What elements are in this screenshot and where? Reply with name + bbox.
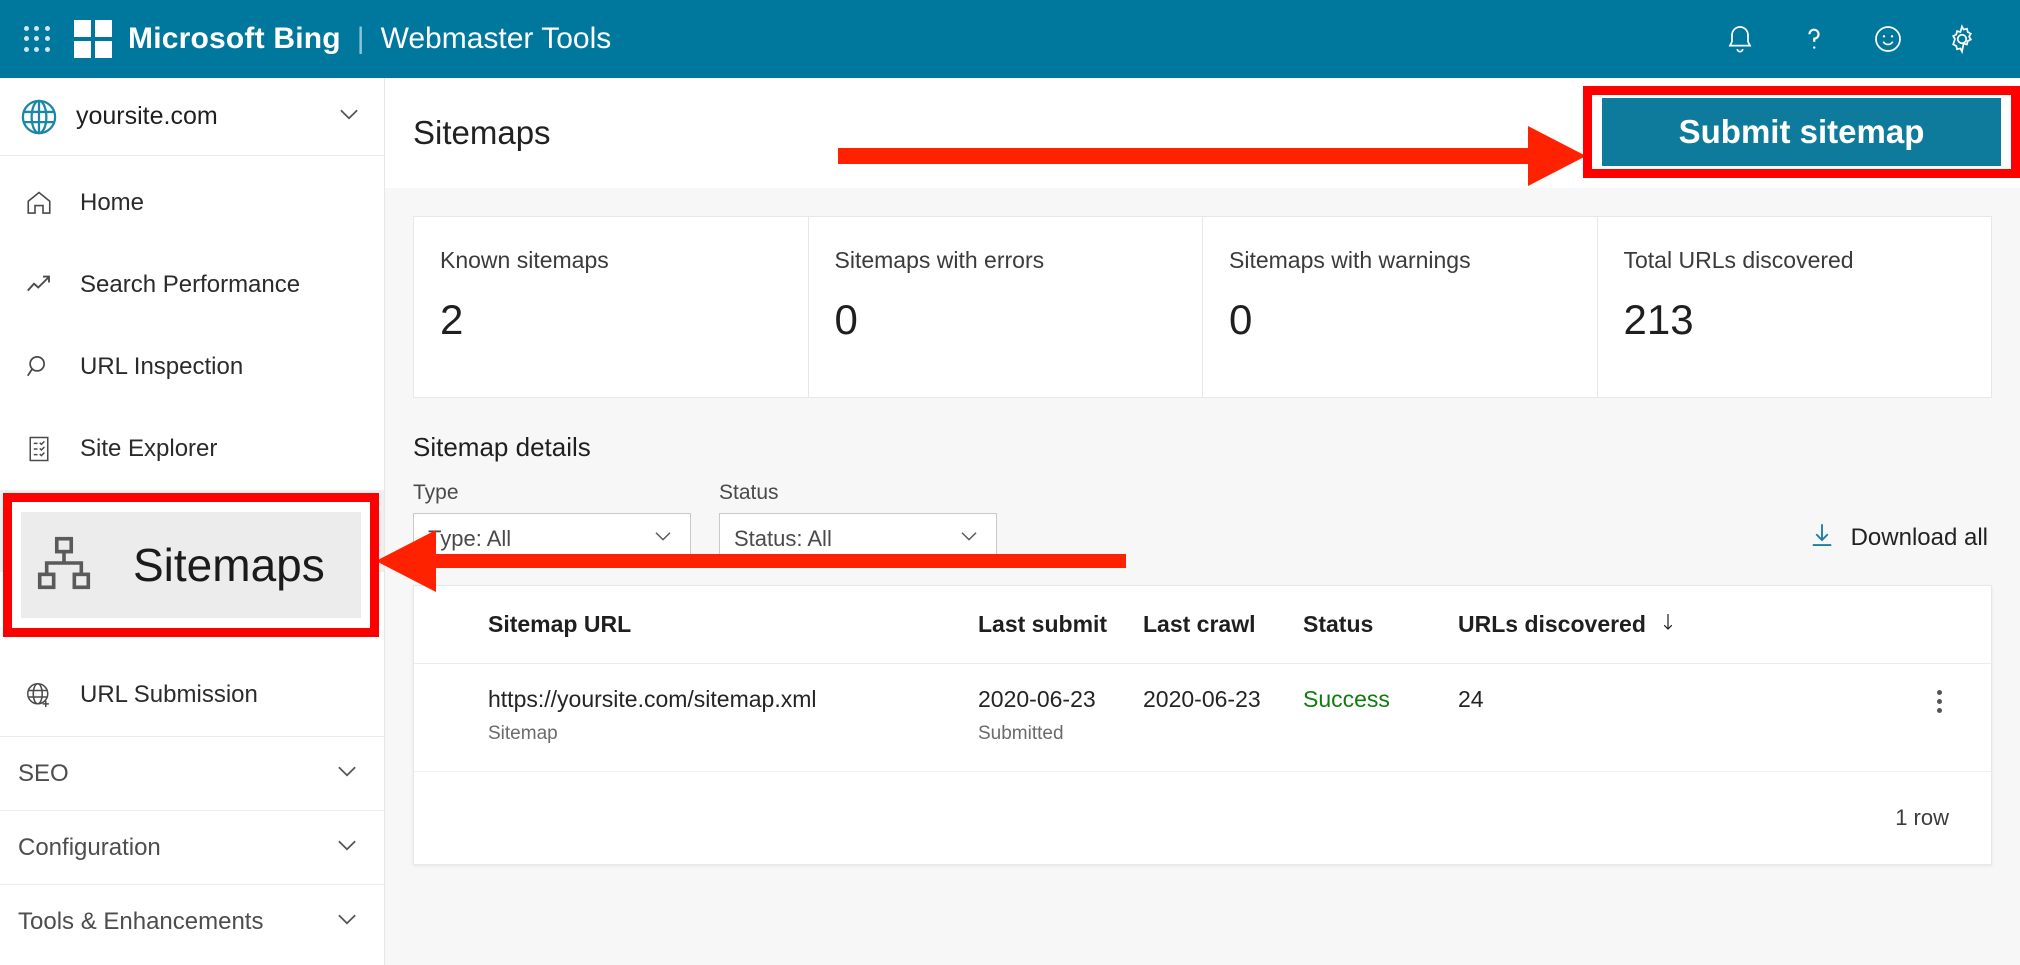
summary-card-label: Known sitemaps — [440, 247, 782, 274]
sidebar-group-configuration[interactable]: Configuration — [0, 810, 384, 884]
last-submit-value: 2020-06-23 — [978, 686, 1143, 713]
type-filter-label: Type — [413, 481, 691, 505]
sitemap-url-value[interactable]: https://yoursite.com/sitemap.xml — [488, 686, 978, 713]
site-selector[interactable]: yoursite.com — [0, 78, 384, 156]
globe-plus-icon — [18, 680, 60, 710]
column-header-last-submit[interactable]: Last submit — [978, 611, 1143, 638]
chevron-down-icon[interactable] — [332, 904, 362, 939]
sitemap-tree-icon — [33, 532, 95, 599]
column-header-sitemap-url[interactable]: Sitemap URL — [488, 611, 978, 638]
brand-name: Microsoft Bing — [128, 22, 341, 56]
summary-cards: Known sitemaps 2 Sitemaps with errors 0 … — [413, 216, 1992, 398]
chevron-down-icon[interactable] — [332, 756, 362, 791]
feedback-icon[interactable] — [1868, 19, 1908, 59]
annotation-callout-sitemaps-inner[interactable]: Sitemaps — [21, 512, 361, 618]
table-row[interactable]: https://yoursite.com/sitemap.xml Sitemap… — [414, 664, 1991, 772]
summary-card-label: Sitemaps with warnings — [1229, 247, 1571, 274]
summary-card-value: 213 — [1624, 296, 1966, 344]
sidebar-item-site-explorer[interactable]: Site Explorer — [0, 408, 384, 490]
summary-card-sitemaps-with-warnings: Sitemaps with warnings 0 — [1202, 217, 1597, 397]
site-name: yoursite.com — [76, 102, 218, 131]
sitemaps-table: Sitemap URL Last submit Last crawl Statu… — [413, 585, 1992, 865]
last-crawl-value: 2020-06-23 — [1143, 686, 1303, 713]
cell-status: Success — [1303, 686, 1458, 713]
status-filter-label: Status — [719, 481, 997, 505]
summary-card-label: Total URLs discovered — [1624, 247, 1966, 274]
summary-card-value: 0 — [1229, 296, 1571, 344]
annotation-arrow-right — [838, 120, 1588, 192]
main-content: Sitemaps Submit sitemap Known sitemaps 2… — [385, 78, 2020, 965]
download-all-label: Download all — [1851, 524, 1988, 552]
sidebar-group-label: SEO — [18, 760, 69, 788]
sidebar-item-search-performance[interactable]: Search Performance — [0, 244, 384, 326]
table-footer: 1 row — [414, 772, 1991, 864]
column-header-status[interactable]: Status — [1303, 611, 1458, 638]
last-submit-status: Submitted — [978, 723, 1143, 745]
brand-separator: | — [357, 22, 365, 56]
table-header-row: Sitemap URL Last submit Last crawl Statu… — [414, 586, 1991, 664]
product-name: Webmaster Tools — [381, 22, 612, 56]
annotation-callout-sitemaps: Sitemaps — [3, 493, 379, 637]
cell-sitemap-url: https://yoursite.com/sitemap.xml Sitemap — [488, 686, 978, 745]
settings-icon[interactable] — [1942, 19, 1982, 59]
sitemap-type-value: Sitemap — [488, 723, 978, 745]
sidebar-item-label: Search Performance — [80, 271, 300, 299]
notifications-icon[interactable] — [1720, 19, 1760, 59]
sidebar-item-label: Home — [80, 189, 144, 217]
summary-card-value: 0 — [835, 296, 1177, 344]
sidebar-group-label: Tools & Enhancements — [18, 908, 263, 936]
status-badge: Success — [1303, 686, 1458, 713]
sidebar-item-label: URL Inspection — [80, 353, 243, 381]
kebab-menu-icon[interactable] — [1919, 686, 1959, 717]
sidebar-item-url-inspection[interactable]: URL Inspection — [0, 326, 384, 408]
sitemap-details-title: Sitemap details — [413, 432, 2020, 463]
summary-card-label: Sitemaps with errors — [835, 247, 1177, 274]
annotation-arrow-left — [374, 528, 1126, 594]
sidebar-item-url-submission[interactable]: URL Submission — [0, 654, 384, 736]
summary-card-value: 2 — [440, 296, 782, 344]
urls-discovered-value: 24 — [1458, 686, 1758, 713]
page-title: Sitemaps — [413, 114, 551, 152]
sidebar-group-tools-enhancements[interactable]: Tools & Enhancements — [0, 884, 384, 958]
top-navigation-bar: Microsoft Bing | Webmaster Tools — [0, 0, 2020, 78]
summary-card-sitemaps-with-errors: Sitemaps with errors 0 — [808, 217, 1203, 397]
sidebar-group-seo[interactable]: SEO — [0, 736, 384, 810]
column-header-urls-discovered-label: URLs discovered — [1458, 611, 1646, 638]
row-count-label: 1 row — [1895, 805, 1949, 831]
column-header-urls-discovered[interactable]: URLs discovered — [1458, 610, 1758, 640]
cell-last-crawl: 2020-06-23 — [1143, 686, 1303, 713]
annotation-callout-sitemaps-label: Sitemaps — [133, 538, 325, 592]
arrow-down-icon — [1656, 610, 1680, 640]
app-launcher-icon[interactable] — [14, 16, 60, 62]
globe-icon — [18, 96, 60, 138]
summary-card-total-urls-discovered: Total URLs discovered 213 — [1597, 217, 1992, 397]
sidebar-nav-list: Home Search Performance URL Inspection — [0, 156, 384, 736]
magnifier-icon — [18, 352, 60, 382]
annotation-callout-submit-sitemap-button[interactable]: Submit sitemap — [1602, 98, 2001, 166]
cell-urls-discovered: 24 — [1458, 686, 1758, 713]
chevron-down-icon[interactable] — [332, 830, 362, 865]
summary-card-known-sitemaps: Known sitemaps 2 — [414, 217, 808, 397]
annotation-callout-submit-sitemap: Submit sitemap — [1583, 86, 2020, 178]
topbar-actions — [1720, 19, 2020, 59]
download-all-button[interactable]: Download all — [1807, 520, 1992, 565]
trend-up-icon — [18, 270, 60, 300]
app-root: Microsoft Bing | Webmaster Tools — [0, 0, 2020, 965]
home-icon — [18, 188, 60, 218]
sidebar-item-label: URL Submission — [80, 681, 258, 709]
column-header-last-crawl[interactable]: Last crawl — [1143, 611, 1303, 638]
checklist-icon — [18, 434, 60, 464]
sidebar-group-label: Configuration — [18, 834, 161, 862]
microsoft-logo-icon — [74, 20, 112, 58]
sidebar-item-label: Site Explorer — [80, 435, 217, 463]
chevron-down-icon[interactable] — [334, 99, 364, 134]
download-icon — [1807, 520, 1837, 555]
sidebar-item-home[interactable]: Home — [0, 162, 384, 244]
cell-last-submit: 2020-06-23 Submitted — [978, 686, 1143, 745]
help-icon[interactable] — [1794, 19, 1834, 59]
